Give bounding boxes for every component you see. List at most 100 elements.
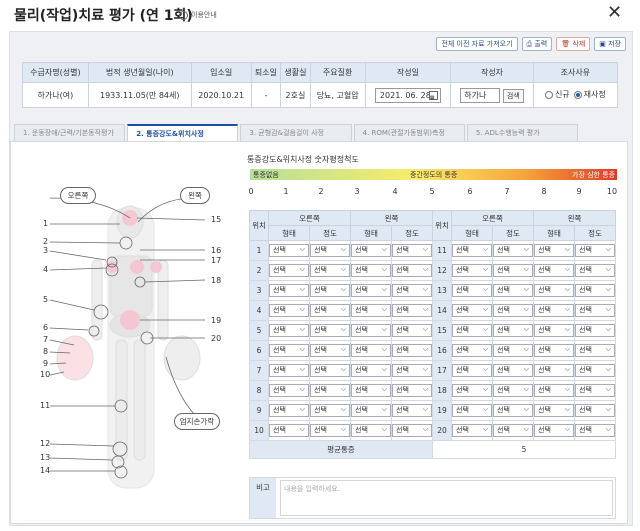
pain-select[interactable]: 선택 <box>452 404 492 417</box>
position-number: 15 <box>432 320 452 341</box>
pain-select[interactable]: 선택 <box>351 424 391 437</box>
degree-header: 정도 <box>391 225 433 241</box>
pain-select[interactable]: 선택 <box>351 364 391 377</box>
pain-select[interactable]: 선택 <box>493 364 533 377</box>
scale-mid-label: 중간정도의 통증 <box>410 171 458 179</box>
pain-select[interactable]: 선택 <box>575 384 615 397</box>
pain-select[interactable]: 선택 <box>392 424 432 437</box>
pain-select[interactable]: 선택 <box>575 344 615 357</box>
pain-select[interactable]: 선택 <box>310 284 350 297</box>
point-label: 1 <box>43 219 49 228</box>
pain-select[interactable]: 선택 <box>452 424 492 437</box>
position-number: 10 <box>249 420 269 441</box>
pain-select[interactable]: 선택 <box>351 264 391 277</box>
pain-select[interactable]: 선택 <box>534 344 574 357</box>
pain-select[interactable]: 선택 <box>269 364 309 377</box>
pain-select[interactable]: 선택 <box>310 364 350 377</box>
position-number: 2 <box>249 260 269 281</box>
pain-select[interactable]: 선택 <box>310 244 350 257</box>
position-number: 13 <box>432 280 452 301</box>
pain-select[interactable]: 선택 <box>392 384 432 397</box>
pain-select[interactable]: 선택 <box>351 384 391 397</box>
pain-select[interactable]: 선택 <box>575 404 615 417</box>
pain-select[interactable]: 선택 <box>452 384 492 397</box>
pain-select[interactable]: 선택 <box>269 244 309 257</box>
pain-grid: 위치 오른쪽 왼쪽 위치 오른쪽 왼쪽 형태 정도 형태 정도 형태 정도 형태… <box>249 210 616 459</box>
pain-select[interactable]: 선택 <box>452 364 492 377</box>
left-header: 왼쪽 <box>350 210 433 226</box>
pain-select[interactable]: 선택 <box>575 324 615 337</box>
pain-select[interactable]: 선택 <box>269 384 309 397</box>
pain-select[interactable]: 선택 <box>534 364 574 377</box>
pain-select[interactable]: 선택 <box>392 284 432 297</box>
pain-select[interactable]: 선택 <box>493 244 533 257</box>
pain-select[interactable]: 선택 <box>575 304 615 317</box>
pain-select[interactable]: 선택 <box>534 244 574 257</box>
pain-select[interactable]: 선택 <box>534 284 574 297</box>
pain-select[interactable]: 선택 <box>534 264 574 277</box>
scale-tick: 0 <box>248 187 254 196</box>
pain-select[interactable]: 선택 <box>452 304 492 317</box>
pain-select[interactable]: 선택 <box>392 244 432 257</box>
pain-select[interactable]: 선택 <box>534 324 574 337</box>
memo-textarea[interactable]: 내용을 입력하세요. <box>280 480 613 516</box>
scale-tick: 5 <box>429 187 435 196</box>
pain-select[interactable]: 선택 <box>351 244 391 257</box>
pain-select[interactable]: 선택 <box>310 384 350 397</box>
point-label: 17 <box>211 256 222 265</box>
pain-select[interactable]: 선택 <box>392 324 432 337</box>
position-number: 1 <box>249 240 269 261</box>
pain-select[interactable]: 선택 <box>269 344 309 357</box>
pain-select[interactable]: 선택 <box>269 264 309 277</box>
pain-select[interactable]: 선택 <box>534 404 574 417</box>
pain-select[interactable]: 선택 <box>575 284 615 297</box>
position-number: 9 <box>249 400 269 421</box>
pain-select[interactable]: 선택 <box>269 304 309 317</box>
pain-select[interactable]: 선택 <box>310 324 350 337</box>
pain-select[interactable]: 선택 <box>575 424 615 437</box>
pain-select[interactable]: 선택 <box>575 364 615 377</box>
form-header: 형태 <box>533 225 575 241</box>
pain-select[interactable]: 선택 <box>351 324 391 337</box>
pain-select[interactable]: 선택 <box>351 404 391 417</box>
right-header: 오른쪽 <box>451 210 534 226</box>
pain-select[interactable]: 선택 <box>392 404 432 417</box>
pain-select[interactable]: 선택 <box>392 364 432 377</box>
pain-select[interactable]: 선택 <box>575 244 615 257</box>
pain-select[interactable]: 선택 <box>269 324 309 337</box>
pain-select[interactable]: 선택 <box>493 264 533 277</box>
pain-select[interactable]: 선택 <box>452 244 492 257</box>
pain-select[interactable]: 선택 <box>534 304 574 317</box>
pain-select[interactable]: 선택 <box>392 304 432 317</box>
point-label: 5 <box>43 295 49 304</box>
pain-select[interactable]: 선택 <box>310 344 350 357</box>
pain-select[interactable]: 선택 <box>269 404 309 417</box>
pain-select[interactable]: 선택 <box>452 284 492 297</box>
pain-select[interactable]: 선택 <box>452 264 492 277</box>
pain-select[interactable]: 선택 <box>269 424 309 437</box>
pain-select[interactable]: 선택 <box>269 284 309 297</box>
pain-select[interactable]: 선택 <box>493 284 533 297</box>
pain-select[interactable]: 선택 <box>392 264 432 277</box>
pain-select[interactable]: 선택 <box>392 344 432 357</box>
pain-select[interactable]: 선택 <box>351 284 391 297</box>
pain-select[interactable]: 선택 <box>493 324 533 337</box>
point-label: 11 <box>40 401 51 410</box>
pain-select[interactable]: 선택 <box>534 384 574 397</box>
pain-select[interactable]: 선택 <box>493 304 533 317</box>
pain-select[interactable]: 선택 <box>310 304 350 317</box>
pain-select[interactable]: 선택 <box>452 344 492 357</box>
pain-select[interactable]: 선택 <box>310 404 350 417</box>
pain-select[interactable]: 선택 <box>493 344 533 357</box>
pain-select[interactable]: 선택 <box>351 344 391 357</box>
pain-select[interactable]: 선택 <box>575 264 615 277</box>
pain-select[interactable]: 선택 <box>310 424 350 437</box>
point-label: 3 <box>43 246 49 255</box>
pain-select[interactable]: 선택 <box>534 424 574 437</box>
pain-select[interactable]: 선택 <box>493 404 533 417</box>
pain-select[interactable]: 선택 <box>452 324 492 337</box>
pain-select[interactable]: 선택 <box>493 424 533 437</box>
pain-select[interactable]: 선택 <box>310 264 350 277</box>
pain-select[interactable]: 선택 <box>351 304 391 317</box>
pain-select[interactable]: 선택 <box>493 384 533 397</box>
